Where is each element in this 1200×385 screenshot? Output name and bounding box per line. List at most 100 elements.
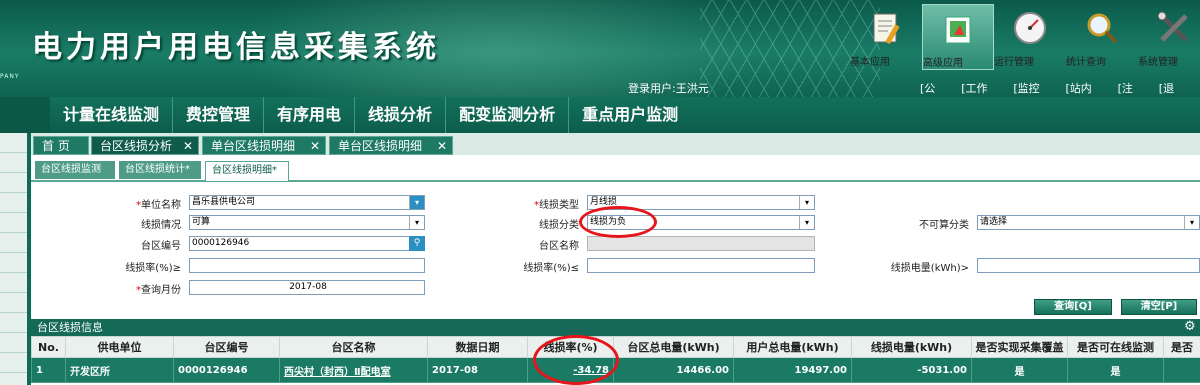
nav-line-loss[interactable]: 线损分析 <box>354 97 445 133</box>
tools-icon <box>1157 11 1188 42</box>
col-no[interactable]: No. <box>31 336 66 358</box>
link-logout[interactable]: [注销] <box>1118 80 1148 97</box>
query-button[interactable]: 查询[Q] <box>1034 299 1112 315</box>
module-label: 基本应用 <box>850 57 890 68</box>
chevron-down-icon[interactable]: ▾ <box>1184 216 1199 229</box>
nav-key-user-monitor[interactable]: 重点用户监测 <box>568 97 691 133</box>
rate-ge-label: 线损率(%)≥ <box>125 263 181 274</box>
area-no-input[interactable]: 0000126946 ⚲ <box>189 236 425 251</box>
sub-tabs: 台区线损监测 台区线损统计* 台区线损明细* <box>31 158 1200 182</box>
sidebar-row <box>0 173 27 193</box>
gear-icon[interactable]: ⚙ <box>1184 320 1198 334</box>
nav-transformer-monitor[interactable]: 配变监测分析 <box>445 97 568 133</box>
col-area-name[interactable]: 台区名称 <box>279 336 428 358</box>
double-chevron-down-icon[interactable]: ▾ <box>409 196 424 209</box>
cell-collect-coverage: 是 <box>971 357 1068 383</box>
link-workbench[interactable]: [工作台] <box>961 80 1002 97</box>
subtab-loss-statistics[interactable]: 台区线损统计* <box>119 161 201 179</box>
col-truncated[interactable]: 是否 <box>1163 336 1200 358</box>
col-area-total-kwh[interactable]: 台区总电量(kWh) <box>613 336 734 358</box>
sidebar-row <box>0 273 27 293</box>
tab-single-area-detail-2[interactable]: 单台区线损明细 ✕ <box>329 136 453 155</box>
app-header: 电力用户用电信息采集系统 PANY 基本应用 高级应用 运行管理 统计查询 系统… <box>0 0 1200 97</box>
cell-no: 1 <box>31 357 66 383</box>
close-icon[interactable]: ✕ <box>183 137 193 156</box>
top-links: [公告] [工作台] [监控台] [站内信] [注销] [退出] <box>920 80 1200 97</box>
link-messages[interactable]: [站内信] <box>1065 80 1106 97</box>
sidebar-row <box>0 293 27 313</box>
clear-button[interactable]: 清空[P] <box>1121 299 1197 315</box>
nav-metering-online[interactable]: 计量在线监测 <box>50 97 172 133</box>
col-supply-unit[interactable]: 供电单位 <box>65 336 174 358</box>
tab-area-loss-analysis[interactable]: 台区线损分析 ✕ <box>91 136 199 155</box>
tab-single-area-detail-1[interactable]: 单台区线损明细 ✕ <box>202 136 326 155</box>
col-loss-rate[interactable]: 线损率(%) <box>527 336 614 358</box>
cell-area-no: 0000126946 <box>173 357 280 383</box>
chevron-down-icon[interactable]: ▾ <box>409 216 424 229</box>
unit-name-select[interactable]: 昌乐县供电公司 ▾ <box>189 195 425 210</box>
close-icon[interactable]: ✕ <box>310 137 320 156</box>
link-monitor[interactable]: [监控台] <box>1013 80 1054 97</box>
noncalc-class-select[interactable]: 请选择 ▾ <box>977 215 1200 230</box>
results-section-header: 台区线损信息 ⚙ <box>31 319 1200 336</box>
section-title: 台区线损信息 <box>37 321 103 334</box>
cell-data-date: 2017-08 <box>427 357 528 383</box>
document-pen-icon <box>873 13 900 45</box>
module-basic-app[interactable]: 基本应用 <box>850 4 922 70</box>
loss-status-value: 可算 <box>192 217 211 227</box>
loss-status-label: 线损情况 <box>141 220 181 231</box>
rate-le-input[interactable] <box>587 258 815 273</box>
table-row[interactable]: 1 开发区所 0000126946 西尖村（封西）Ⅱ配电室 2017-08 -3… <box>31 357 1200 383</box>
month-input[interactable]: 2017-08 <box>189 280 425 295</box>
search-icon[interactable]: ⚲ <box>409 236 425 251</box>
area-no-label: 台区编号 <box>141 241 181 252</box>
rate-ge-input[interactable] <box>189 258 425 273</box>
cell-loss-rate: -34.78 <box>527 357 614 383</box>
unit-name-label: *单位名称 <box>136 200 181 211</box>
module-system-mgmt[interactable]: 系统管理 <box>1138 4 1200 70</box>
sidebar-row <box>0 213 27 233</box>
module-label: 运行管理 <box>994 57 1034 68</box>
module-statistics-query[interactable]: 统计查询 <box>1066 4 1138 70</box>
sidebar-row <box>0 133 27 153</box>
module-operation-mgmt[interactable]: 运行管理 <box>994 4 1066 70</box>
sidebar-row <box>0 313 27 333</box>
sidebar-row <box>0 253 27 273</box>
loss-class-select[interactable]: 线损为负 ▾ <box>587 215 815 230</box>
tab-label: 台区线损分析 <box>100 139 173 153</box>
table-header-row: No. 供电单位 台区编号 台区名称 数据日期 线损率(%) 台区总电量(kWh… <box>31 336 1200 358</box>
tab-label: 首 页 <box>42 139 70 153</box>
loss-type-label: *线损类型 <box>534 200 579 211</box>
link-exit[interactable]: [退出] <box>1159 80 1189 97</box>
loss-status-select[interactable]: 可算 ▾ <box>189 215 425 230</box>
module-label: 统计查询 <box>1066 57 1106 68</box>
loss-kwh-input[interactable] <box>977 258 1200 273</box>
sidebar-row <box>0 193 27 213</box>
col-area-no[interactable]: 台区编号 <box>173 336 280 358</box>
col-user-total-kwh[interactable]: 用户总电量(kWh) <box>733 336 852 358</box>
col-data-date[interactable]: 数据日期 <box>427 336 528 358</box>
col-online-monitor[interactable]: 是否可在线监测 <box>1067 336 1164 358</box>
nav-fee-control[interactable]: 费控管理 <box>172 97 263 133</box>
col-loss-kwh[interactable]: 线损电量(kWh) <box>851 336 972 358</box>
close-icon[interactable]: ✕ <box>437 137 447 156</box>
chevron-down-icon[interactable]: ▾ <box>799 216 814 229</box>
loss-rate-link[interactable]: -34.78 <box>573 365 609 376</box>
chevron-down-icon[interactable]: ▾ <box>799 196 814 209</box>
month-label: *查询月份 <box>136 285 181 296</box>
module-advanced-app[interactable]: 高级应用 <box>922 4 994 70</box>
loss-class-label: 线损分类 <box>539 220 579 231</box>
sidebar-row <box>0 333 27 353</box>
nav-lead <box>0 97 50 133</box>
area-name-link[interactable]: 西尖村（封西）Ⅱ配电室 <box>284 367 391 378</box>
collapsed-sidebar[interactable] <box>0 133 31 385</box>
nav-orderly-power[interactable]: 有序用电 <box>263 97 354 133</box>
tab-home[interactable]: 首 页 <box>33 136 89 155</box>
col-collect-coverage[interactable]: 是否实现采集覆盖 <box>971 336 1068 358</box>
subtab-loss-detail[interactable]: 台区线损明细* <box>205 161 289 181</box>
link-announcement[interactable]: [公告] <box>920 80 950 97</box>
subtab-loss-monitor[interactable]: 台区线损监测 <box>35 161 115 179</box>
loss-type-select[interactable]: 月线损 ▾ <box>587 195 815 210</box>
flag-arrow-icon <box>945 16 971 44</box>
cell-loss-kwh: -5031.00 <box>851 357 972 383</box>
